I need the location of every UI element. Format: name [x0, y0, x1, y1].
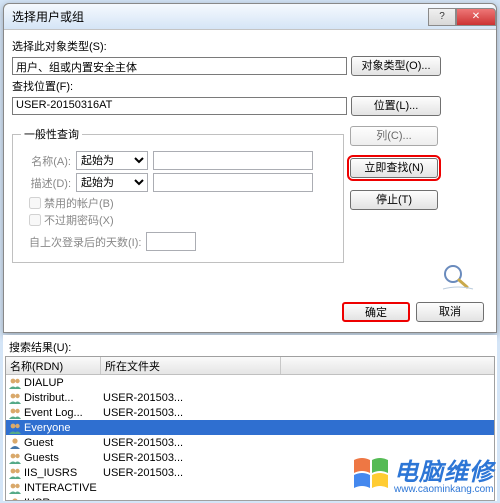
- general-query-group: 一般性查询 名称(A): 起始为 描述(D): 起始为 禁用的帐户(B): [12, 126, 344, 263]
- magnifier-icon: [440, 262, 476, 290]
- table-row[interactable]: Event Log...USER-201503...: [6, 405, 494, 420]
- side-buttons: 列(C)... 立即查找(N) 停止(T): [350, 120, 488, 263]
- watermark-logo: 电脑维修 www.caominkang.com: [350, 452, 494, 495]
- name-label: 名称(A):: [21, 153, 71, 169]
- columns-button[interactable]: 列(C)...: [350, 126, 438, 146]
- dialog-window: 选择用户或组 ? ✕ 选择此对象类型(S): 用户、组或内置安全主体 对象类型(…: [3, 3, 497, 333]
- table-row[interactable]: Everyone: [6, 420, 494, 435]
- days-since-label: 自上次登录后的天数(I):: [29, 234, 141, 250]
- location-field: USER-20150316AT: [12, 97, 347, 115]
- table-row[interactable]: Distribut...USER-201503...: [6, 390, 494, 405]
- no-expire-check[interactable]: 不过期密码(X): [29, 212, 335, 228]
- object-type-field: 用户、组或内置安全主体: [12, 57, 347, 75]
- general-query-legend: 一般性查询: [21, 126, 82, 142]
- desc-input[interactable]: [153, 173, 313, 192]
- stop-button[interactable]: 停止(T): [350, 190, 438, 210]
- location-button[interactable]: 位置(L)...: [351, 96, 441, 116]
- window-buttons: ? ✕: [428, 8, 496, 26]
- table-row[interactable]: IUSR: [6, 495, 494, 501]
- desc-label: 描述(D):: [21, 175, 71, 191]
- brand-url: www.caominkang.com: [394, 484, 494, 495]
- table-row[interactable]: DIALUP: [6, 375, 494, 390]
- table-row[interactable]: GuestUSER-201503...: [6, 435, 494, 450]
- name-match-combo[interactable]: 起始为: [76, 151, 148, 170]
- brand-text: 电脑维修: [394, 460, 494, 486]
- location-label: 查找位置(F):: [12, 78, 488, 94]
- disabled-accounts-check[interactable]: 禁用的帐户(B): [29, 195, 335, 211]
- windows-icon: [350, 454, 392, 494]
- titlebar[interactable]: 选择用户或组 ? ✕: [4, 4, 496, 30]
- ok-button[interactable]: 确定: [342, 302, 410, 322]
- days-since-input: [146, 232, 196, 251]
- desc-match-combo[interactable]: 起始为: [76, 173, 148, 192]
- dialog-body: 选择此对象类型(S): 用户、组或内置安全主体 对象类型(O)... 查找位置(…: [4, 30, 496, 332]
- cancel-button[interactable]: 取消: [416, 302, 484, 322]
- window-title: 选择用户或组: [12, 8, 428, 25]
- no-expire-checkbox: [29, 214, 41, 226]
- grid-header: 名称(RDN) 所在文件夹: [6, 357, 494, 375]
- close-button[interactable]: ✕: [456, 8, 496, 26]
- name-input[interactable]: [153, 151, 313, 170]
- object-type-button[interactable]: 对象类型(O)...: [351, 56, 441, 76]
- disabled-accounts-checkbox: [29, 197, 41, 209]
- find-now-button[interactable]: 立即查找(N): [350, 158, 438, 178]
- object-type-label: 选择此对象类型(S):: [12, 38, 488, 54]
- col-folder-header[interactable]: 所在文件夹: [101, 357, 281, 374]
- results-label: 搜索结果(U):: [9, 339, 491, 355]
- help-button[interactable]: ?: [428, 8, 456, 26]
- col-name-header[interactable]: 名称(RDN): [6, 357, 101, 374]
